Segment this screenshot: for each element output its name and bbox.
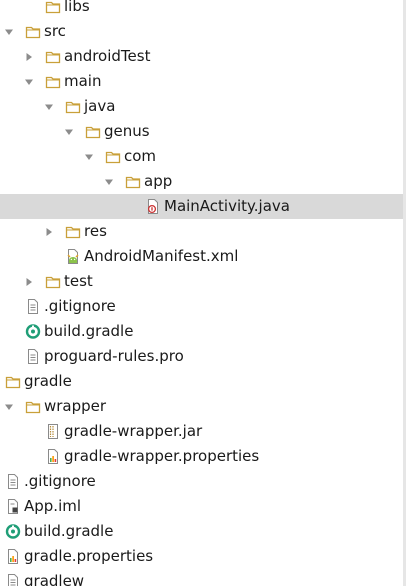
tree-row-folder-libs[interactable]: libs xyxy=(0,0,403,19)
android-manifest-icon xyxy=(65,248,81,265)
tree-row-file-gitignore-root[interactable]: .gitignore xyxy=(0,469,403,494)
tree-row-label: gradle.properties xyxy=(24,547,154,565)
folder-icon xyxy=(5,373,21,390)
tree-row-file-proguard-rules[interactable]: proguard-rules.pro xyxy=(0,344,403,369)
folder-icon xyxy=(25,23,41,40)
jar-icon xyxy=(45,423,61,440)
tree-row-label: genus xyxy=(104,122,150,140)
tree-row-label: app xyxy=(144,172,173,190)
properties-file-icon xyxy=(5,548,21,565)
chevron-down-icon[interactable] xyxy=(103,169,115,194)
tree-row-label: gradlew xyxy=(24,572,85,586)
chevron-down-icon[interactable] xyxy=(23,69,35,94)
tree-row-file-build-gradle-root[interactable]: build.gradle xyxy=(0,519,403,544)
folder-icon xyxy=(45,48,61,65)
tree-row-label: .gitignore xyxy=(44,297,116,315)
folder-icon xyxy=(45,73,61,90)
tree-row-label: test xyxy=(64,272,93,290)
tree-row-label: MainActivity.java xyxy=(164,197,290,215)
tree-row-label: AndroidManifest.xml xyxy=(84,247,239,265)
folder-icon xyxy=(85,123,101,140)
tree-row-folder-main[interactable]: main xyxy=(0,69,403,94)
tree-row-file-gitignore-app[interactable]: .gitignore xyxy=(0,294,403,319)
tree-row-file-gradle-wrapper-properties[interactable]: gradle-wrapper.properties xyxy=(0,444,403,469)
tree-row-folder-genus[interactable]: genus xyxy=(0,119,403,144)
tree-row-folder-com[interactable]: com xyxy=(0,144,403,169)
folder-icon xyxy=(125,173,141,190)
tree-row-label: com xyxy=(124,147,157,165)
tree-row-label: proguard-rules.pro xyxy=(44,347,184,365)
folder-icon xyxy=(65,223,81,240)
tree-row-label: gradle xyxy=(24,372,72,390)
properties-file-icon xyxy=(45,448,61,465)
tree-row-label: build.gradle xyxy=(44,322,134,340)
tree-row-file-gradle-wrapper-jar[interactable]: gradle-wrapper.jar xyxy=(0,419,403,444)
folder-icon xyxy=(45,273,61,290)
chevron-right-icon[interactable] xyxy=(23,44,35,69)
tree-row-folder-test[interactable]: test xyxy=(0,269,403,294)
tree-row-label: .gitignore xyxy=(24,472,96,490)
java-class-icon xyxy=(145,198,161,215)
chevron-down-icon[interactable] xyxy=(3,394,15,419)
tree-row-label: libs xyxy=(64,0,90,15)
tree-row-file-gradlew[interactable]: gradlew xyxy=(0,569,403,586)
chevron-down-icon[interactable] xyxy=(43,94,55,119)
chevron-down-icon[interactable] xyxy=(83,144,95,169)
tree-row-folder-src[interactable]: src xyxy=(0,19,403,44)
project-tree: libs src androidTest main java genus com app Mai… xyxy=(0,0,406,586)
text-file-icon xyxy=(25,298,41,315)
tree-row-folder-app[interactable]: app xyxy=(0,169,403,194)
tree-row-label: gradle-wrapper.properties xyxy=(64,447,260,465)
gradle-icon xyxy=(5,523,21,540)
chevron-down-icon[interactable] xyxy=(63,119,75,144)
chevron-right-icon[interactable] xyxy=(23,269,35,294)
folder-icon xyxy=(105,148,121,165)
tree-row-file-app-iml[interactable]: App.iml xyxy=(0,494,403,519)
tree-row-label: main xyxy=(64,72,102,90)
folder-icon xyxy=(65,98,81,115)
text-file-icon xyxy=(5,473,21,490)
tree-row-folder-gradle[interactable]: gradle xyxy=(0,369,403,394)
tree-row-file-build-gradle-app[interactable]: build.gradle xyxy=(0,319,403,344)
tree-row-folder-wrapper[interactable]: wrapper xyxy=(0,394,403,419)
tree-row-label: App.iml xyxy=(24,497,82,515)
iml-file-icon xyxy=(5,498,21,515)
folder-icon xyxy=(45,0,61,15)
tree-row-label: src xyxy=(44,22,66,40)
tree-row-file-mainactivity[interactable]: MainActivity.java xyxy=(0,194,403,219)
tree-row-label: gradle-wrapper.jar xyxy=(64,422,203,440)
tree-row-file-gradle-properties[interactable]: gradle.properties xyxy=(0,544,403,569)
text-file-icon xyxy=(25,348,41,365)
tree-row-label: build.gradle xyxy=(24,522,114,540)
tree-row-label: androidTest xyxy=(64,47,151,65)
tree-row-label: wrapper xyxy=(44,397,107,415)
tree-row-folder-java[interactable]: java xyxy=(0,94,403,119)
tree-row-folder-res[interactable]: res xyxy=(0,219,403,244)
text-file-icon xyxy=(5,573,21,586)
tree-row-folder-androidTest[interactable]: androidTest xyxy=(0,44,403,69)
tree-row-label: java xyxy=(84,97,116,115)
chevron-down-icon[interactable] xyxy=(3,19,15,44)
tree-row-label: res xyxy=(84,222,107,240)
tree-row-file-androidmanifest[interactable]: AndroidManifest.xml xyxy=(0,244,403,269)
chevron-right-icon[interactable] xyxy=(43,219,55,244)
folder-icon xyxy=(25,398,41,415)
gradle-icon xyxy=(25,323,41,340)
